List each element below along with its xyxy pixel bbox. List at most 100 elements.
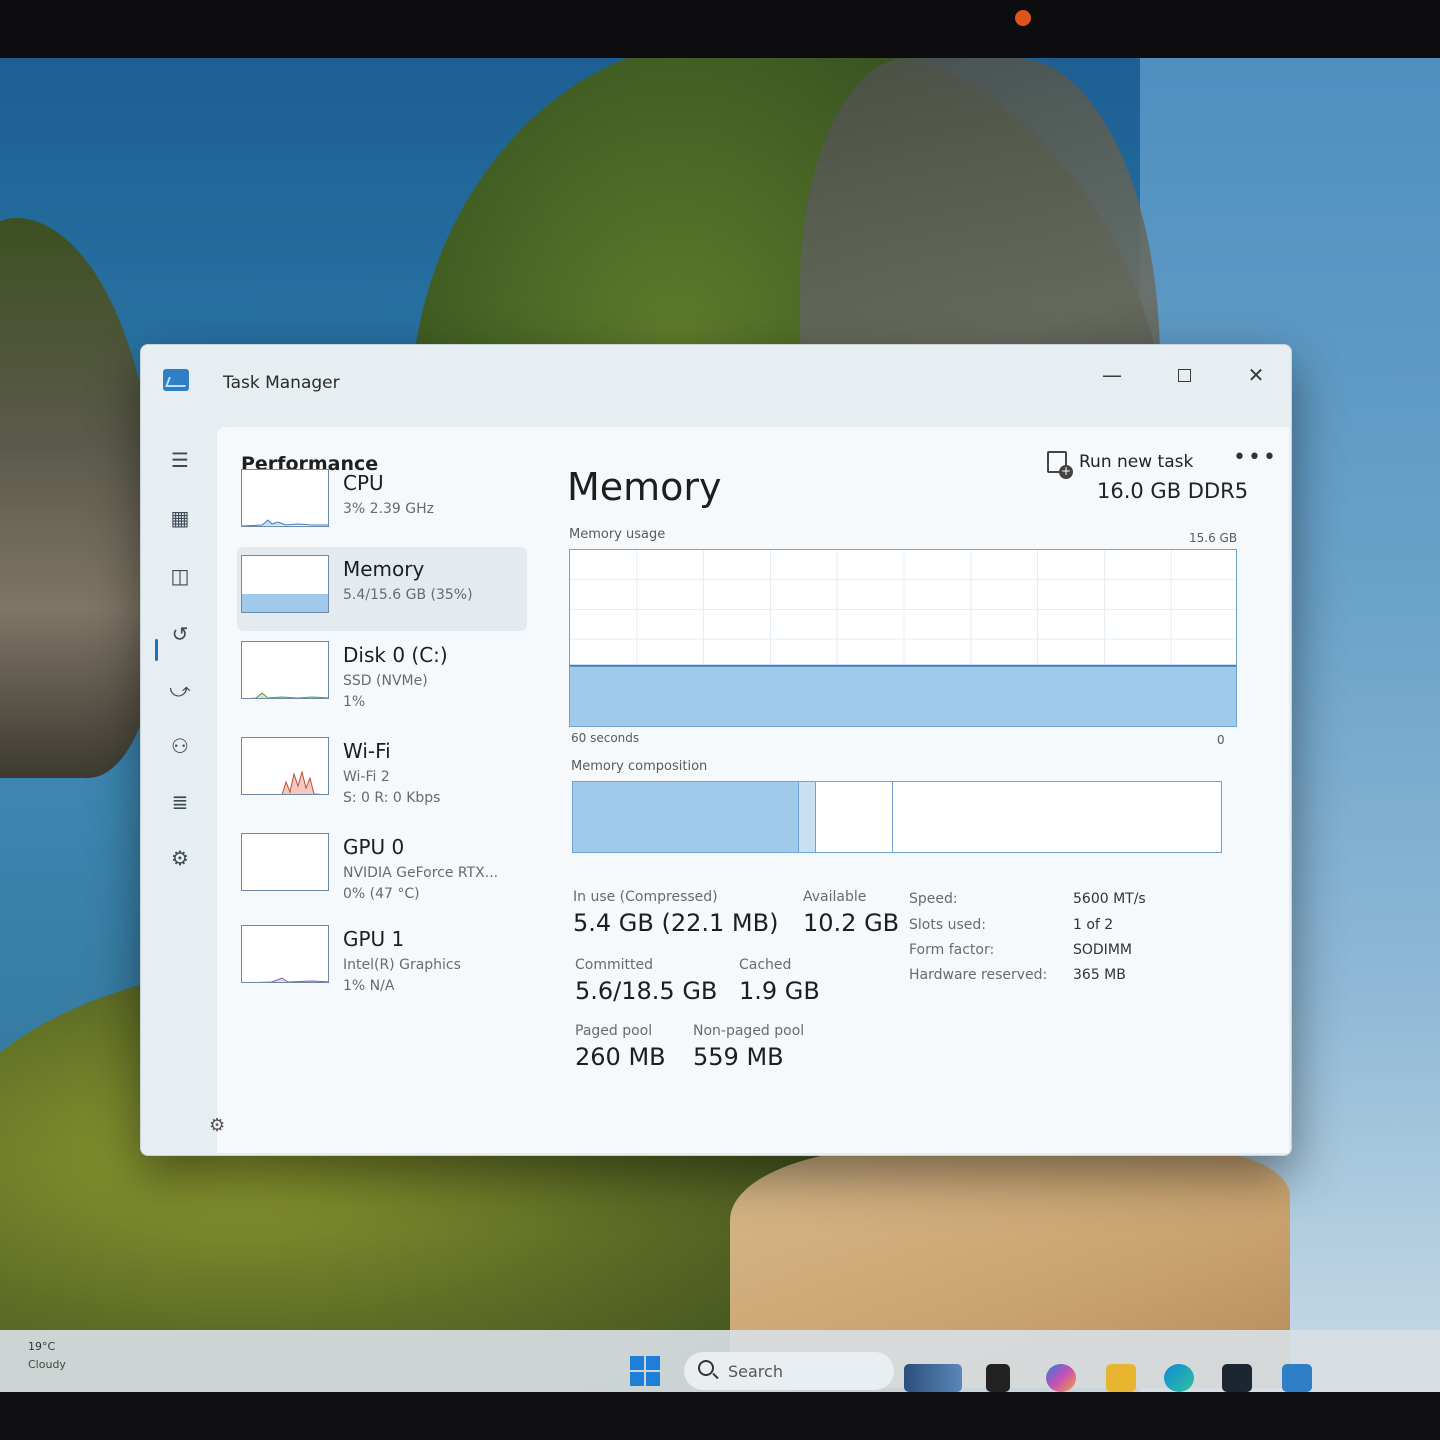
- weather-description[interactable]: Cloudy: [28, 1358, 66, 1371]
- cached-value: 1.9 GB: [739, 977, 820, 1005]
- composition-label: Memory composition: [571, 759, 708, 774]
- composition-modified: [799, 782, 816, 852]
- resource-name: GPU 1: [343, 927, 405, 951]
- spec-key-speed: Speed:: [909, 891, 958, 907]
- app-history-icon[interactable]: ↺: [167, 621, 193, 647]
- in-use-value: 5.4 GB (22.1 MB): [573, 909, 779, 937]
- startup-apps-icon[interactable]: ⤻: [167, 677, 193, 703]
- more-options-button[interactable]: •••: [1233, 445, 1278, 470]
- resource-name: Disk 0 (C:): [343, 643, 448, 667]
- gpu1-usage: 1% N/A: [343, 978, 395, 994]
- processes-icon[interactable]: ▦: [167, 505, 193, 531]
- resource-disk[interactable]: Disk 0 (C:) SSD (NVMe) 1%: [237, 633, 527, 717]
- maximize-icon: [1177, 368, 1191, 382]
- resource-name: Wi-Fi: [343, 739, 391, 763]
- weather-temperature[interactable]: 19°C: [28, 1340, 55, 1353]
- resource-detail: Wi-Fi 2 S: 0 R: 0 Kbps: [343, 767, 440, 809]
- copilot-icon[interactable]: [1046, 1364, 1076, 1392]
- memory-composition-bar: [572, 781, 1222, 853]
- resource-memory[interactable]: Memory 5.4/15.6 GB (35%): [237, 547, 527, 631]
- hamburger-icon[interactable]: ☰: [167, 447, 193, 473]
- available-label: Available: [803, 889, 867, 905]
- in-use-label: In use (Compressed): [573, 889, 718, 905]
- gpu1-thumbnail-graph: [241, 925, 329, 983]
- maximize-button[interactable]: [1161, 359, 1207, 391]
- monitor-bezel-bottom: [0, 1392, 1440, 1440]
- spec-value-form-factor: SODIMM: [1073, 942, 1132, 958]
- run-task-icon: [1047, 451, 1073, 479]
- edge-icon[interactable]: [1164, 1364, 1194, 1392]
- services-icon[interactable]: ⚙: [167, 845, 193, 871]
- spec-value-speed: 5600 MT/s: [1073, 891, 1146, 907]
- task-manager-icon[interactable]: [1282, 1364, 1312, 1392]
- detail-title: Memory: [567, 465, 722, 509]
- camera-led: [1015, 10, 1031, 26]
- wifi-sparkline: [281, 770, 323, 794]
- resource-name: Memory: [343, 557, 425, 581]
- wifi-throughput: S: 0 R: 0 Kbps: [343, 790, 441, 806]
- search-icon: [698, 1360, 714, 1376]
- gpu0-thumbnail-graph: [241, 833, 329, 891]
- committed-label: Committed: [575, 957, 653, 973]
- minimize-button[interactable]: —: [1089, 359, 1135, 391]
- paged-pool-label: Paged pool: [575, 1023, 653, 1039]
- disk-usage: 1%: [343, 694, 366, 710]
- performance-icon[interactable]: ◫: [167, 563, 193, 589]
- search-placeholder: Search: [728, 1362, 783, 1381]
- paged-pool-value: 260 MB: [575, 1043, 666, 1071]
- run-new-task-button[interactable]: Run new task: [1047, 451, 1194, 479]
- task-manager-window: Task Manager — ✕ ☰ ▦ ◫ ↺ ⤻ ⚇ ≣ ⚙ Perform…: [140, 344, 1292, 1156]
- settings-icon[interactable]: ⚙: [209, 1115, 225, 1136]
- performance-page: Performance Run new task ••• CPU 3% 2.39…: [217, 427, 1289, 1153]
- title-bar[interactable]: Task Manager — ✕: [141, 345, 1291, 421]
- monitor-bezel-top: [0, 0, 1440, 58]
- usage-x-left: 60 seconds: [571, 731, 640, 745]
- taskbar-search[interactable]: Search: [684, 1352, 894, 1390]
- start-tile: [646, 1372, 660, 1386]
- users-icon[interactable]: ⚇: [167, 733, 193, 759]
- window-title: Task Manager: [223, 373, 340, 393]
- nav-sidebar: ☰ ▦ ◫ ↺ ⤻ ⚇ ≣ ⚙: [141, 421, 219, 1155]
- spec-key-form-factor: Form factor:: [909, 942, 995, 958]
- disk-sparkline: [248, 692, 328, 698]
- spec-key-hardware-reserved: Hardware reserved:: [909, 967, 1048, 983]
- usage-chart-label: Memory usage: [569, 527, 666, 542]
- run-new-task-label: Run new task: [1079, 452, 1194, 472]
- gpu0-model: NVIDIA GeForce RTX...: [343, 865, 499, 881]
- nonpaged-pool-value: 559 MB: [693, 1043, 784, 1071]
- memory-thumb-fill: [242, 594, 328, 612]
- composition-in-use: [573, 782, 800, 852]
- cached-label: Cached: [739, 957, 792, 973]
- gpu0-usage: 0% (47 °C): [343, 886, 420, 902]
- start-tile: [630, 1356, 644, 1370]
- disk-thumbnail-graph: [241, 641, 329, 699]
- close-button[interactable]: ✕: [1233, 359, 1279, 391]
- resource-detail: NVIDIA GeForce RTX... 0% (47 °C): [343, 863, 498, 905]
- nonpaged-pool-label: Non-paged pool: [693, 1023, 805, 1039]
- details-icon[interactable]: ≣: [167, 789, 193, 815]
- resource-detail: 3% 2.39 GHz: [343, 501, 435, 517]
- start-tile: [646, 1356, 660, 1370]
- memory-usage-svg: [570, 550, 1236, 726]
- wifi-adapter: Wi-Fi 2: [343, 769, 390, 785]
- cpu-thumbnail-graph: [241, 469, 329, 527]
- usage-x-right: 0: [1217, 733, 1225, 747]
- widgets-icon[interactable]: [904, 1364, 962, 1392]
- resource-gpu0[interactable]: GPU 0 NVIDIA GeForce RTX... 0% (47 °C): [237, 825, 527, 909]
- start-button[interactable]: [630, 1356, 660, 1386]
- gpu1-sparkline: [256, 977, 328, 982]
- resource-cpu[interactable]: CPU 3% 2.39 GHz: [237, 461, 527, 545]
- task-manager-app-icon: [163, 369, 189, 391]
- resource-gpu1[interactable]: GPU 1 Intel(R) Graphics 1% N/A: [237, 917, 527, 1001]
- gpu1-model: Intel(R) Graphics: [343, 957, 461, 973]
- taskbar: 19°C Cloudy Search: [0, 1330, 1440, 1392]
- available-value: 10.2 GB: [803, 909, 900, 937]
- spec-key-slots: Slots used:: [909, 917, 986, 933]
- wifi-thumbnail-graph: [241, 737, 329, 795]
- resource-wifi[interactable]: Wi-Fi Wi-Fi 2 S: 0 R: 0 Kbps: [237, 729, 527, 813]
- file-explorer-icon[interactable]: [1106, 1364, 1136, 1392]
- resource-name: CPU: [343, 471, 384, 495]
- task-view-icon[interactable]: [986, 1364, 1010, 1392]
- store-icon[interactable]: [1222, 1364, 1252, 1392]
- spec-value-hardware-reserved: 365 MB: [1073, 967, 1126, 983]
